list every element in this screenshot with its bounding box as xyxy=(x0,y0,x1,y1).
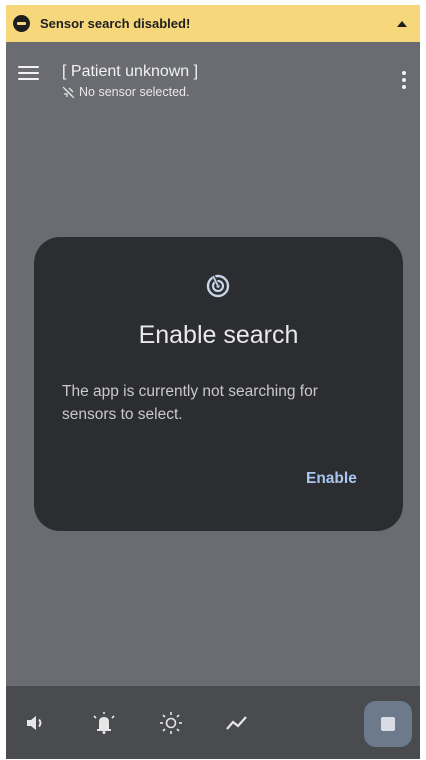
alarm-bell-icon[interactable] xyxy=(91,710,117,736)
dialog-title: Enable search xyxy=(138,321,299,349)
banner-collapse-button[interactable] xyxy=(384,5,420,42)
status-banner: Sensor search disabled! xyxy=(6,5,420,42)
more-vertical-icon[interactable] xyxy=(392,67,416,95)
patient-title: [ Patient unknown ] xyxy=(62,63,199,80)
trend-icon[interactable] xyxy=(224,710,250,736)
minus-circle-icon xyxy=(13,15,30,32)
volume-icon[interactable] xyxy=(23,710,49,736)
dialog-message: The app is currently not searching for s… xyxy=(62,383,318,423)
stop-button[interactable] xyxy=(364,701,412,747)
radar-search-icon xyxy=(206,274,230,298)
sensor-status-text: No sensor selected. xyxy=(79,85,190,99)
enable-search-dialog: Enable search The app is currently not s… xyxy=(34,237,403,531)
app-screen: Sensor search disabled! [ Patient unknow… xyxy=(6,5,420,759)
brightness-icon[interactable] xyxy=(158,710,184,736)
banner-text: Sensor search disabled! xyxy=(40,16,191,31)
enable-button[interactable]: Enable xyxy=(302,468,361,490)
sensor-status: No sensor selected. xyxy=(62,85,189,99)
hamburger-menu-icon[interactable] xyxy=(16,63,42,87)
caret-up-icon xyxy=(397,20,407,27)
sensor-off-icon xyxy=(62,86,75,98)
bottom-toolbar xyxy=(6,686,420,759)
